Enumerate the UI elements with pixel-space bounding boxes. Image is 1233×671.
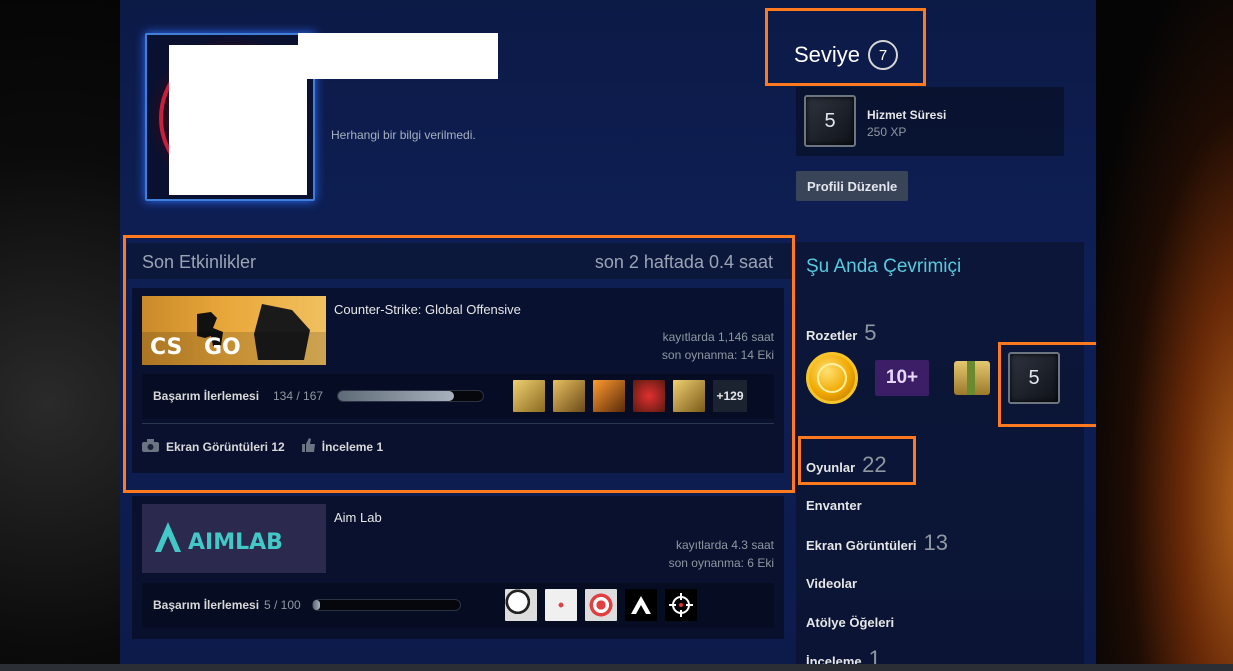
videos-link[interactable]: Videolar: [806, 576, 857, 591]
inventory-label: Envanter: [806, 498, 862, 513]
aimlab-achievement-label: Başarım İlerlemesi: [153, 598, 260, 612]
featured-badge-card[interactable]: 5 Hizmet Süresi 250 XP: [796, 87, 1064, 156]
csgo-achievement-progress-bar: [337, 390, 484, 402]
aimlab-achievement-progress-fill: [313, 600, 321, 610]
csgo-achievement-row[interactable]: Başarım İlerlemesi 134 / 167 +129: [142, 374, 774, 419]
csgo-achievement-icons: +129: [513, 380, 747, 412]
csgo-achievement-label: Başarım İlerlemesi: [153, 389, 260, 403]
badges-count: 5: [864, 320, 877, 345]
aimlab-achievement-progress-bar: [312, 599, 461, 611]
avatar-frame[interactable]: [145, 33, 315, 201]
service-years-badge-icon: 5: [804, 95, 856, 147]
csgo-achievement-progress-fill: [338, 391, 454, 401]
csgo-reviews-label: İnceleme: [321, 439, 374, 454]
rifle-250-icon-2[interactable]: [673, 380, 705, 412]
csgo-hours-on-record: kayıtlarda 1,146 saat: [662, 330, 774, 344]
game-card-aimlab: AIMLAB Aim Lab kayıtlarda 4.3 saat son o…: [132, 496, 784, 639]
badges-label: Rozetler: [806, 328, 858, 343]
aimlab-achievement-count: 5 / 100: [264, 598, 301, 612]
thumbs-up-icon: [301, 438, 315, 455]
recent-activity-title: Son Etkinlikler: [142, 252, 257, 272]
csgo-reviews-count: 1: [376, 439, 384, 454]
csgo-logo-icon: CS GO: [142, 304, 326, 365]
target-splash-icon[interactable]: [545, 589, 577, 621]
badge-name: Hizmet Süresi: [867, 108, 947, 122]
aimlab-capsule-image[interactable]: AIMLAB: [142, 504, 326, 573]
aimlab-logo-text: AIMLAB: [188, 530, 283, 555]
games-link[interactable]: Oyunlar 22: [806, 452, 887, 478]
csgo-last-played: son oynanma: 14 Eki: [661, 348, 774, 362]
background-right-fire: [1096, 0, 1233, 671]
profile-summary: Herhangi bir bilgi verilmedi.: [331, 128, 476, 142]
bullseye-icon[interactable]: [585, 589, 617, 621]
level-label: Seviye: [794, 42, 861, 67]
aimlab-game-name[interactable]: Aim Lab: [334, 510, 382, 525]
csgo-screenshots-count: 12: [271, 439, 285, 454]
reviews-link[interactable]: İnceleme 1: [806, 646, 881, 664]
profile-page: Herhangi bir bilgi verilmedi. Seviye 7 5…: [120, 0, 1096, 664]
ten-plus-badge-icon[interactable]: 10+: [875, 360, 929, 396]
level-circle[interactable]: 7: [868, 40, 899, 70]
aimlab-logo-icon: AIMLAB: [155, 522, 283, 555]
csgo-achievement-more[interactable]: +129: [713, 380, 747, 412]
screenshots-count: 13: [923, 530, 949, 555]
service-years-badge-icon-small[interactable]: 5: [1008, 352, 1060, 404]
csgo-reviews-link[interactable]: İnceleme 1: [322, 440, 383, 454]
profile-name-redacted: [298, 33, 498, 79]
rifle-target-icon[interactable]: [553, 380, 585, 412]
avatar-redacted: [169, 45, 307, 195]
reviews-count: 1: [868, 646, 881, 664]
level-header: Seviye 7: [794, 40, 899, 70]
screenshots-label: Ekran Görüntüleri: [806, 538, 917, 553]
aimlab-achievement-row[interactable]: Başarım İlerlemesi 5 / 100: [142, 583, 774, 628]
recent-activity-header: Son Etkinlikler son 2 haftada 0.4 saat: [127, 243, 791, 279]
csgo-screenshots-link[interactable]: Ekran Görüntüleri 12: [166, 440, 285, 454]
recent-activity-hours: son 2 haftada 0.4 saat: [594, 252, 773, 272]
aimlab-hours-on-record: kayıtlarda 4.3 saat: [675, 538, 774, 552]
reviews-label: İnceleme: [806, 654, 862, 664]
badges-link[interactable]: Rozetler 5: [806, 320, 877, 346]
online-status: Şu Anda Çevrimiçi: [806, 256, 962, 277]
csgo-capsule-image[interactable]: CS GO: [142, 296, 326, 365]
medal-icon[interactable]: [633, 380, 665, 412]
background-left: [0, 0, 120, 671]
badge-xp: 250 XP: [867, 125, 907, 139]
aimlab-achievement-icons: [505, 589, 697, 621]
crosshair-icon[interactable]: [665, 589, 697, 621]
rifle-250-icon[interactable]: [513, 380, 545, 412]
badges-row: 10+ 5: [806, 352, 1060, 404]
magnifier-icon[interactable]: [505, 589, 537, 621]
csgo-achievement-count: 134 / 167: [273, 389, 324, 403]
edit-profile-button[interactable]: Profili Düzenle: [796, 171, 909, 201]
workshop-link[interactable]: Atölye Öğeleri: [806, 615, 894, 630]
aimlab-last-played: son oynanma: 6 Eki: [668, 556, 774, 570]
csgo-screenshots-label: Ekran Görüntüleri: [166, 439, 269, 454]
inventory-link[interactable]: Envanter: [806, 498, 862, 513]
gold-medal-badge-icon[interactable]: [806, 352, 858, 404]
right-sidebar: Şu Anda Çevrimiçi Rozetler 5 10+ 5 Oyunl…: [796, 242, 1084, 664]
divider: [142, 423, 774, 424]
videos-label: Videolar: [806, 576, 858, 591]
svg-text:GO: GO: [204, 335, 241, 360]
games-count: 22: [862, 452, 887, 477]
gift-box-badge-icon[interactable]: [954, 361, 990, 395]
csgo-game-name[interactable]: Counter-Strike: Global Offensive: [334, 302, 521, 317]
svg-text:CS: CS: [150, 335, 182, 360]
camera-icon: [142, 438, 159, 455]
games-label: Oyunlar: [806, 460, 856, 475]
csgo-footer-row: Ekran Görüntüleri 12 İnceleme 1: [142, 438, 774, 455]
recent-activity-section: Son Etkinlikler son 2 haftada 0.4 saat C…: [127, 239, 791, 639]
silhouette-icon[interactable]: [593, 380, 625, 412]
game-card-csgo: CS GO Counter-Strike: Global Offensive k…: [132, 288, 784, 473]
aimlab-a-icon[interactable]: [625, 589, 657, 621]
workshop-label: Atölye Öğeleri: [806, 615, 895, 630]
screenshots-link[interactable]: Ekran Görüntüleri 13: [806, 530, 948, 556]
bottom-scrollbar-strip: [0, 664, 1233, 671]
